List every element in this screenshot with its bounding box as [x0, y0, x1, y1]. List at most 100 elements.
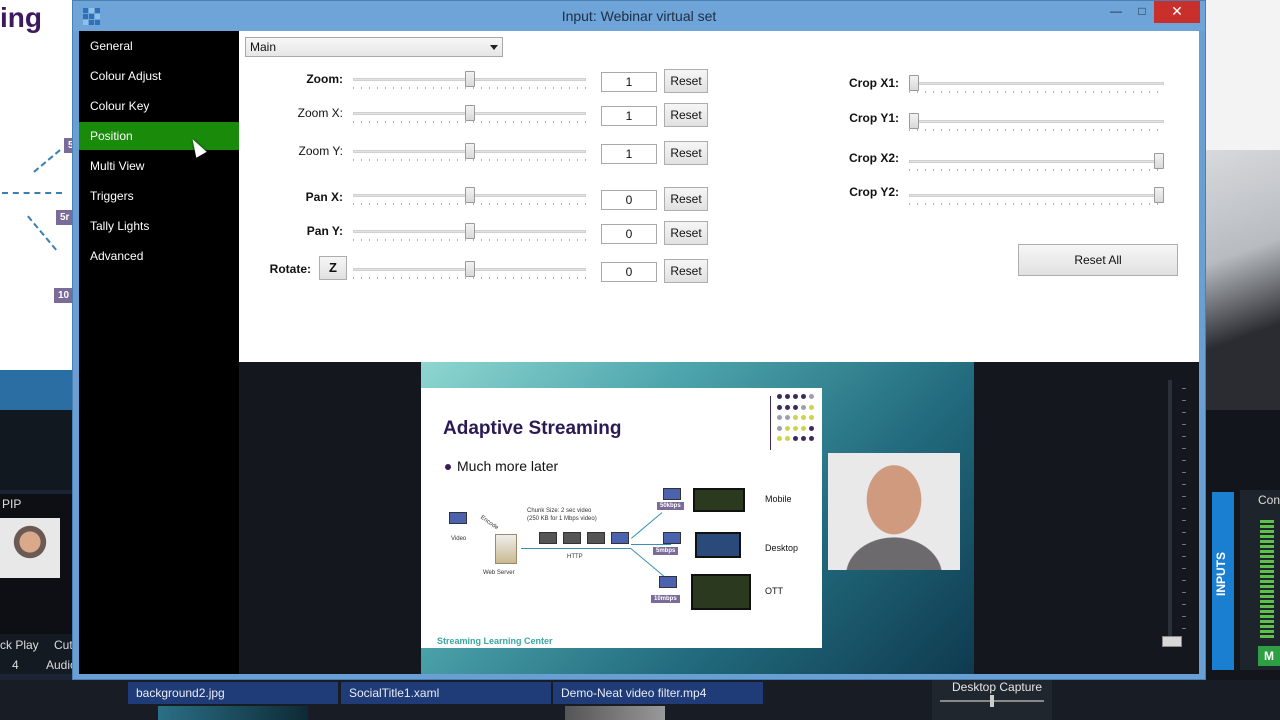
slider-ticks	[353, 159, 586, 161]
video-icon	[449, 512, 467, 524]
chunk-icon	[539, 532, 557, 544]
chunk-icon	[587, 532, 605, 544]
cut-button[interactable]: Cut	[54, 638, 73, 652]
sidebar-item-colour-key[interactable]: Colour Key	[79, 92, 239, 120]
sidebar-item-general[interactable]: General	[79, 32, 239, 60]
slider-thumb[interactable]	[465, 223, 475, 239]
crop-y2-label: Crop Y2:	[849, 185, 899, 199]
diagram-video-label: Video	[451, 536, 467, 542]
pan-x-reset-button[interactable]: Reset	[664, 187, 708, 211]
zoom-x-reset-button[interactable]: Reset	[664, 103, 708, 127]
rotate-value-field[interactable]: 0	[601, 262, 657, 282]
pan-y-value-field[interactable]: 0	[601, 224, 657, 244]
slider-thumb[interactable]	[465, 71, 475, 87]
background-blue-strip	[0, 370, 74, 410]
layer-select[interactable]: Main	[245, 37, 503, 57]
chunk-icon	[563, 532, 581, 544]
volume-slider-knob[interactable]	[1162, 636, 1182, 647]
rate-badge-50kbps: 50kbps	[657, 502, 684, 510]
title-bar[interactable]: Input: Webinar virtual set — □ ✕	[73, 1, 1205, 31]
slider-ticks	[353, 239, 586, 241]
slider-thumb[interactable]	[909, 75, 919, 91]
crop-y1-slider[interactable]	[909, 113, 1164, 135]
slider-thumb[interactable]	[1154, 187, 1164, 203]
crop-x1-slider[interactable]	[909, 75, 1164, 97]
rendition-icon	[663, 488, 681, 500]
background-white-area	[1206, 0, 1280, 150]
background-pip-input[interactable]: PIP	[0, 494, 72, 634]
slide-title: Adaptive Streaming	[443, 418, 622, 439]
desktop-capture-slider-knob[interactable]	[990, 695, 994, 707]
rendition-icon	[659, 576, 677, 588]
pan-x-value-field[interactable]: 0	[601, 190, 657, 210]
zoom-slider[interactable]	[353, 71, 586, 93]
diagram-ott-label: OTT	[765, 586, 783, 596]
crop-y2-slider[interactable]	[909, 187, 1164, 209]
zoom-x-value-field[interactable]: 1	[601, 106, 657, 126]
minimize-icon[interactable]: —	[1103, 1, 1129, 23]
slide-logo-dots	[777, 394, 817, 444]
background-node: 5r	[56, 210, 74, 225]
presenter-video	[828, 453, 960, 570]
audio-meter	[1260, 520, 1274, 640]
slider-track	[909, 160, 1164, 163]
zoom-value-field[interactable]: 1	[601, 72, 657, 92]
background-connector	[2, 192, 62, 194]
zoom-reset-button[interactable]: Reset	[664, 69, 708, 93]
slider-track	[909, 194, 1164, 197]
input-file-socialtitle[interactable]: SocialTitle1.xaml	[341, 682, 551, 704]
inputs-tab[interactable]: INPUTS	[1212, 492, 1234, 670]
pan-y-reset-button[interactable]: Reset	[664, 221, 708, 245]
rotate-reset-button[interactable]: Reset	[664, 259, 708, 283]
slider-thumb[interactable]	[465, 105, 475, 121]
input-settings-window: Input: Webinar virtual set — □ ✕ General…	[72, 0, 1206, 680]
input-file-demo-video[interactable]: Demo-Neat video filter.mp4	[553, 682, 763, 704]
input-file-background2[interactable]: background2.jpg	[128, 682, 338, 704]
sidebar-item-triggers[interactable]: Triggers	[79, 182, 239, 210]
sidebar-item-position[interactable]: Position	[79, 122, 239, 150]
close-icon[interactable]: ✕	[1154, 1, 1200, 23]
zoom-x-slider[interactable]	[353, 105, 586, 127]
slider-track	[909, 120, 1164, 123]
pan-x-label: Pan X:	[305, 190, 343, 204]
quick-play-button[interactable]: ck Play	[0, 638, 39, 652]
diagram-connector	[631, 512, 663, 539]
pan-x-slider[interactable]	[353, 187, 586, 209]
input-preview: Adaptive Streaming Much more later Video…	[239, 362, 1199, 674]
bullet-icon	[445, 464, 451, 471]
slider-thumb[interactable]	[909, 113, 919, 129]
background-input-controls: ck Play Cut 4 Audio	[0, 634, 77, 674]
zoom-y-slider[interactable]	[353, 143, 586, 165]
maximize-icon[interactable]: □	[1129, 1, 1155, 23]
input-thumbnail	[158, 706, 308, 720]
master-button[interactable]: M	[1258, 646, 1280, 666]
slider-thumb[interactable]	[465, 143, 475, 159]
desktop-capture-label: Desktop Capture	[952, 680, 1043, 694]
zoom-y-value-field[interactable]: 1	[601, 144, 657, 164]
background-connector	[33, 149, 61, 173]
crop-x2-slider[interactable]	[909, 153, 1164, 175]
rotate-axis-z-button[interactable]: Z	[319, 256, 347, 280]
slider-thumb[interactable]	[1154, 153, 1164, 169]
diagram-chunk-sub-label: (250 KB for 1 Mbps video)	[527, 516, 597, 522]
chevron-down-icon	[490, 45, 498, 50]
sidebar-item-advanced[interactable]: Advanced	[79, 242, 239, 270]
slider-ticks	[909, 203, 1164, 205]
slider-ticks	[353, 203, 586, 205]
sidebar-item-multi-view[interactable]: Multi View	[79, 152, 239, 180]
slider-thumb[interactable]	[465, 261, 475, 277]
sidebar-item-tally-lights[interactable]: Tally Lights	[79, 212, 239, 240]
chunk-icon	[611, 532, 629, 544]
pan-y-slider[interactable]	[353, 223, 586, 245]
zoom-x-label: Zoom X:	[297, 106, 343, 120]
desktop-capture-input[interactable]: Desktop Capture	[932, 678, 1052, 720]
volume-slider-track[interactable]	[1168, 380, 1172, 642]
pan-y-label: Pan Y:	[306, 224, 343, 238]
zoom-y-reset-button[interactable]: Reset	[664, 141, 708, 165]
rotate-slider[interactable]	[353, 261, 586, 283]
web-server-icon	[495, 534, 517, 564]
slider-thumb[interactable]	[465, 187, 475, 203]
slide-bullet-text: Much more later	[457, 458, 559, 474]
reset-all-button[interactable]: Reset All	[1018, 244, 1178, 276]
sidebar-item-colour-adjust[interactable]: Colour Adjust	[79, 62, 239, 90]
